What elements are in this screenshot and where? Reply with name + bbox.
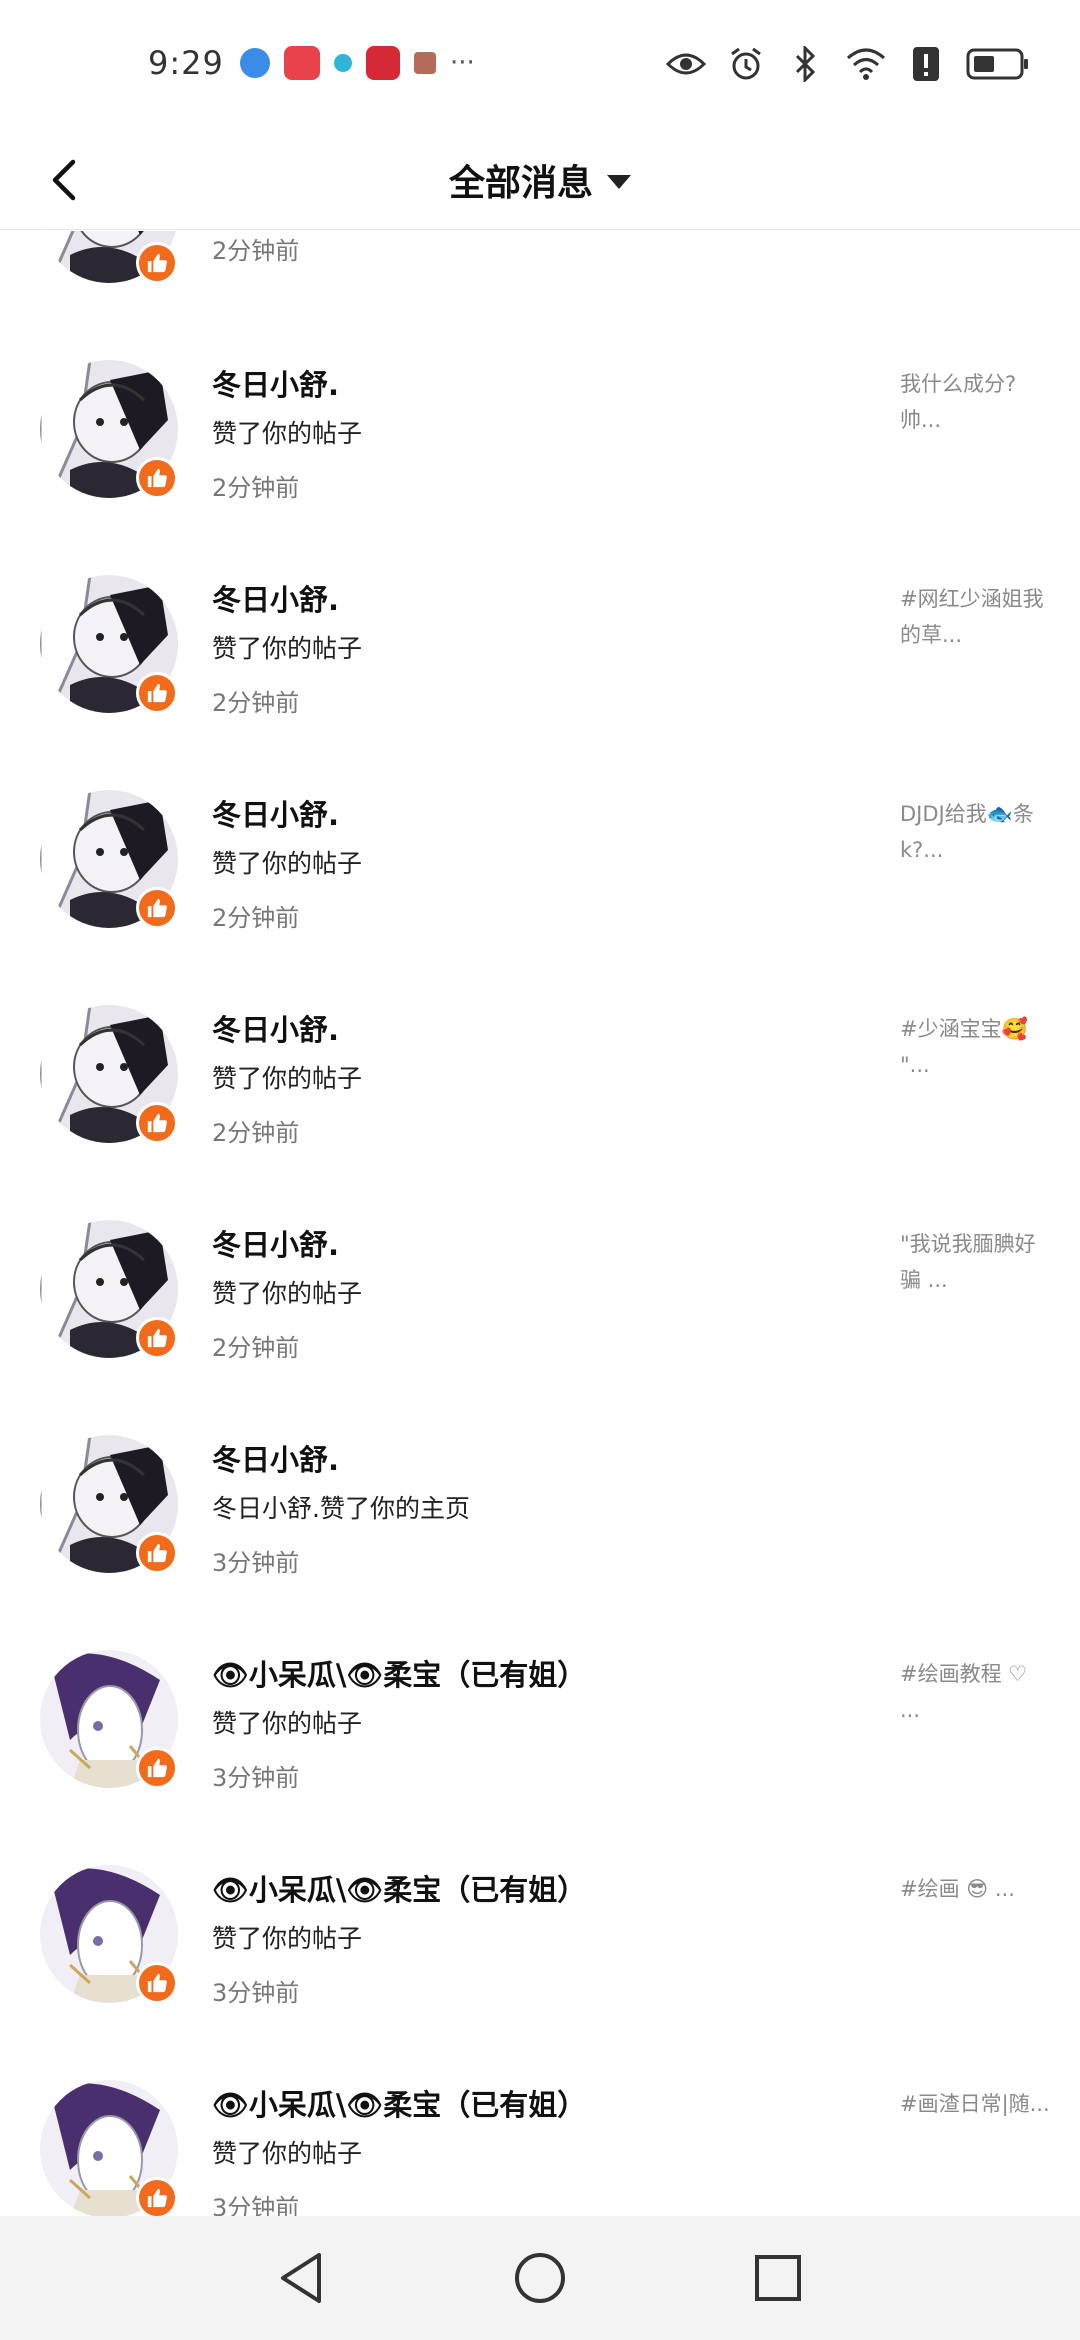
- item-action: 冬日小舒.赞了你的主页: [212, 1494, 470, 1523]
- square-recents-icon: [755, 2255, 801, 2301]
- item-time: 2分钟前: [212, 1334, 300, 1362]
- triangle-back-icon: [281, 2253, 321, 2303]
- like-badge-icon: [136, 242, 178, 284]
- user-name[interactable]: 冬日小舒.: [212, 1437, 339, 1479]
- post-preview[interactable]: "我说我腼腆好骗 ...: [900, 1226, 1050, 1298]
- eye-icon: [666, 44, 706, 84]
- post-preview[interactable]: DJDJ给我🐟条k?...: [900, 796, 1050, 868]
- nav-back-button[interactable]: [272, 2248, 332, 2308]
- item-action: 赞了你的帖子: [212, 849, 363, 878]
- circle-app-icon: [334, 54, 352, 72]
- user-name[interactable]: 👁小呆瓜\👁柔宝（已有姐）: [212, 2082, 586, 2124]
- user-name[interactable]: 冬日小舒.: [212, 1007, 339, 1049]
- list-item[interactable]: 冬日小舒. 赞了你的帖子 2分钟前 "我说我腼腆好骗 ...: [0, 1186, 1080, 1401]
- item-time: 3分钟前: [212, 2194, 300, 2216]
- nav-home-button[interactable]: [510, 2248, 570, 2308]
- list-item[interactable]: 冬日小舒. 赞了你的帖子 2分钟前 #网红少涵姐我的草...: [0, 541, 1080, 756]
- system-status-icons: [666, 44, 1030, 84]
- like-badge-icon: [136, 2177, 178, 2216]
- post-preview[interactable]: #少涵宝宝🥰 "...: [900, 1011, 1050, 1083]
- user-name[interactable]: 冬日小舒.: [212, 792, 339, 834]
- list-item[interactable]: 👁小呆瓜\👁柔宝（已有姐） 赞了你的帖子 3分钟前 #绘画 😎 ...: [0, 1831, 1080, 2046]
- item-action: 赞了你的帖子: [212, 419, 363, 448]
- alarm-icon: [726, 44, 766, 84]
- wifi-icon: [846, 44, 886, 84]
- battery-icon: [966, 44, 1030, 84]
- top-app-bar: 全部消息: [0, 130, 1080, 230]
- like-badge-icon: [136, 1317, 178, 1359]
- like-badge-icon: [136, 1532, 178, 1574]
- item-time: 2分钟前: [212, 237, 300, 265]
- reader-app-icon: [366, 46, 400, 80]
- browser-app-icon: [240, 48, 270, 78]
- post-preview[interactable]: #画渣日常|随...: [900, 2086, 1050, 2122]
- list-item[interactable]: 冬日小舒. 赞了你的帖子 2分钟前 我什么成分?帅...: [0, 326, 1080, 541]
- message-filter-dropdown[interactable]: 全部消息: [0, 130, 1080, 230]
- appgallery-app-icon: [284, 46, 320, 80]
- bluetooth-icon: [786, 44, 826, 84]
- user-name[interactable]: 👁小呆瓜\👁柔宝（已有姐）: [212, 1652, 586, 1694]
- message-list[interactable]: 2分钟前 冬日小舒. 赞了你的帖子 2分钟前 我什么成分?帅... 冬日小舒. 赞了你的帖子…: [0, 231, 1080, 2216]
- list-item[interactable]: 👁小呆瓜\👁柔宝（已有姐） 赞了你的帖子 3分钟前 #画渣日常|随...: [0, 2046, 1080, 2216]
- game-app-icon: [414, 52, 436, 74]
- item-time: 3分钟前: [212, 1979, 300, 2007]
- item-action: 赞了你的帖子: [212, 634, 363, 663]
- post-preview[interactable]: #网红少涵姐我的草...: [900, 581, 1050, 653]
- list-item[interactable]: 冬日小舒. 赞了你的帖子 2分钟前 #少涵宝宝🥰 "...: [0, 971, 1080, 1186]
- like-badge-icon: [136, 672, 178, 714]
- alert-icon: [906, 44, 946, 84]
- post-preview[interactable]: #绘画教程 ♡ ...: [900, 1656, 1050, 1728]
- like-badge-icon: [136, 457, 178, 499]
- item-time: 2分钟前: [212, 904, 300, 932]
- item-action: 赞了你的帖子: [212, 1064, 363, 1093]
- item-action: 赞了你的帖子: [212, 1279, 363, 1308]
- item-time: 3分钟前: [212, 1764, 300, 1792]
- list-item[interactable]: 2分钟前: [0, 231, 1080, 326]
- post-preview[interactable]: 我什么成分?帅...: [900, 366, 1050, 438]
- like-badge-icon: [136, 887, 178, 929]
- user-name[interactable]: 冬日小舒.: [212, 1222, 339, 1264]
- list-item[interactable]: 👁小呆瓜\👁柔宝（已有姐） 赞了你的帖子 3分钟前 #绘画教程 ♡ ...: [0, 1616, 1080, 1831]
- status-bar: 9:29 ···: [0, 0, 1080, 130]
- user-name[interactable]: 冬日小舒.: [212, 577, 339, 619]
- user-name[interactable]: 👁小呆瓜\👁柔宝（已有姐）: [212, 1867, 586, 1909]
- like-badge-icon: [136, 1102, 178, 1144]
- circle-home-icon: [515, 2253, 565, 2303]
- system-navigation-bar: [0, 2216, 1080, 2340]
- item-action: 赞了你的帖子: [212, 2139, 363, 2168]
- status-time: 9:29: [148, 44, 224, 82]
- user-name[interactable]: 冬日小舒.: [212, 362, 339, 404]
- more-icon: ···: [450, 48, 475, 78]
- nav-recents-button[interactable]: [748, 2248, 808, 2308]
- item-time: 2分钟前: [212, 689, 300, 717]
- item-action: 赞了你的帖子: [212, 1924, 363, 1953]
- post-preview[interactable]: #绘画 😎 ...: [900, 1871, 1050, 1907]
- list-item[interactable]: 冬日小舒. 赞了你的帖子 2分钟前 DJDJ给我🐟条k?...: [0, 756, 1080, 971]
- item-time: 2分钟前: [212, 1119, 300, 1147]
- item-time: 2分钟前: [212, 474, 300, 502]
- item-action: 赞了你的帖子: [212, 1709, 363, 1738]
- item-time: 3分钟前: [212, 1549, 300, 1577]
- list-item[interactable]: 冬日小舒. 冬日小舒.赞了你的主页 3分钟前: [0, 1401, 1080, 1616]
- like-badge-icon: [136, 1747, 178, 1789]
- like-badge-icon: [136, 1962, 178, 2004]
- notification-app-icons: ···: [240, 46, 475, 80]
- caret-down-icon: [607, 175, 631, 189]
- page-title: 全部消息: [448, 163, 593, 204]
